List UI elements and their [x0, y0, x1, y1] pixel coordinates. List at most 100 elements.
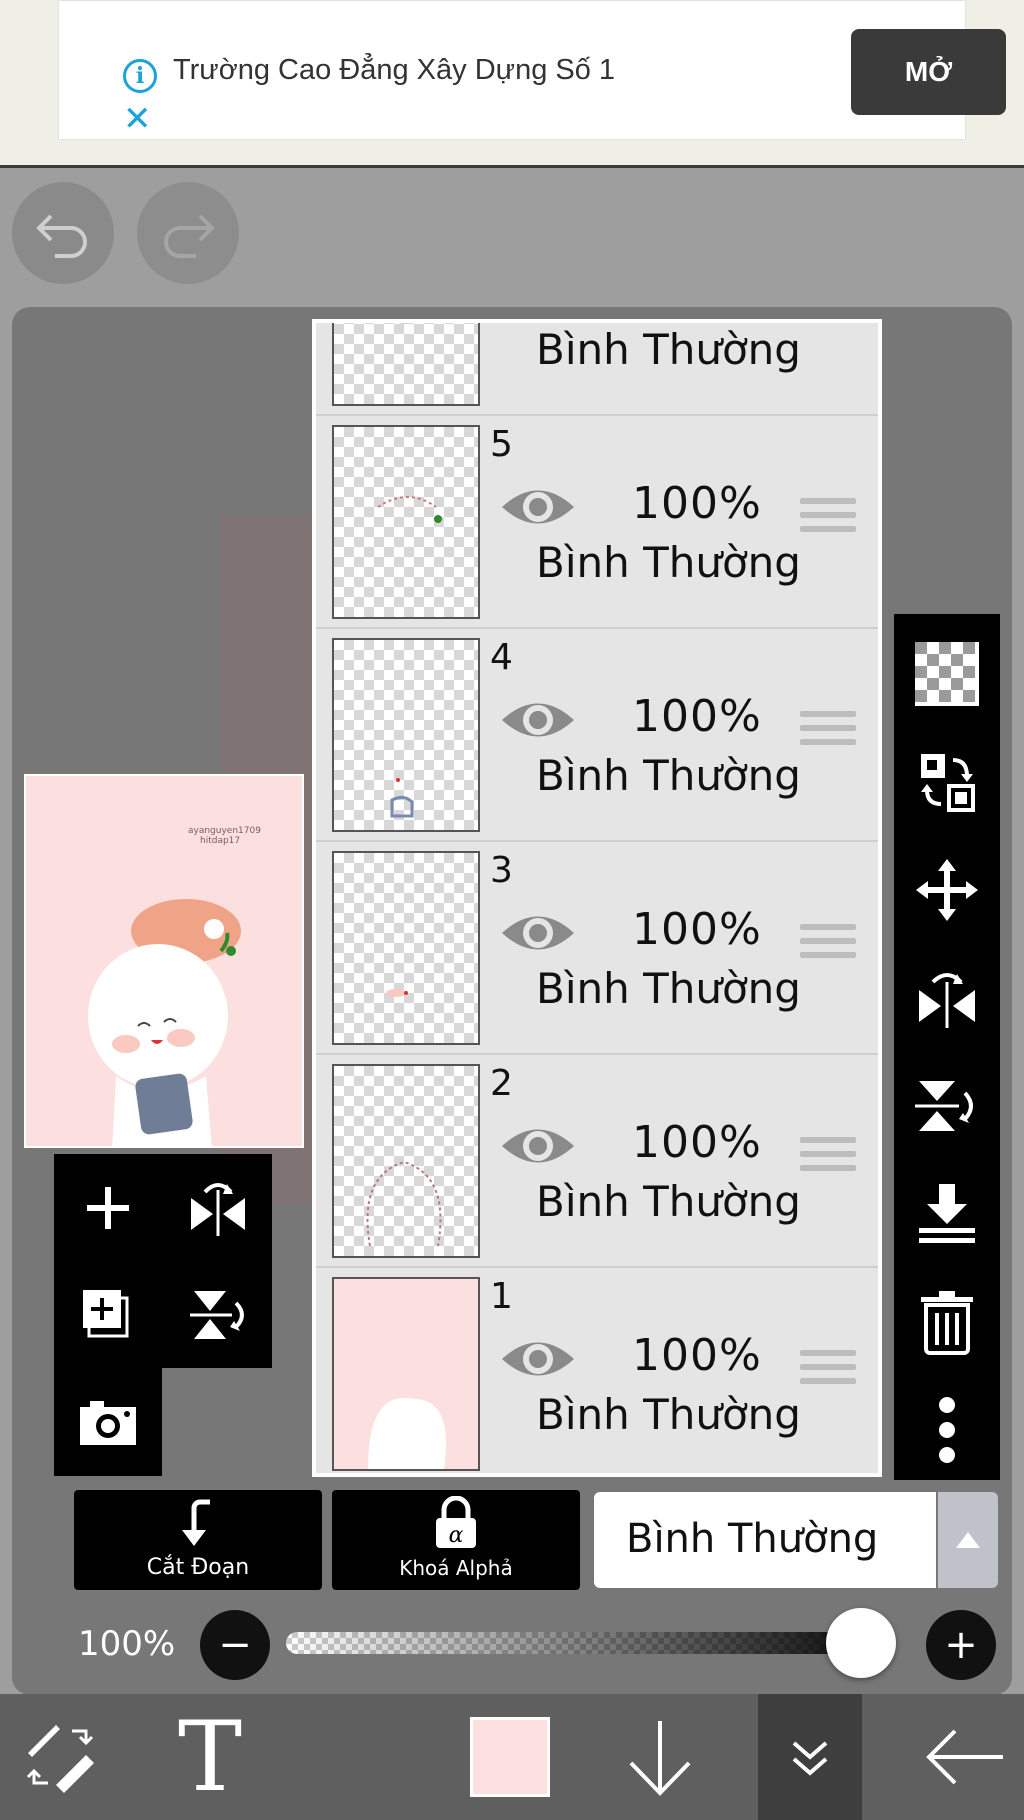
layer-opacity: 100% [632, 691, 762, 742]
drag-handle-icon[interactable] [800, 323, 856, 327]
arrow-left-icon [926, 1729, 1003, 1785]
undo-icon [36, 214, 87, 258]
drag-handle-icon[interactable] [800, 924, 856, 966]
clipping-label: Cắt Đoạn [146, 1555, 250, 1580]
opacity-slider-thumb[interactable] [826, 1608, 896, 1678]
more-options-button[interactable] [894, 1376, 1000, 1484]
layers-list[interactable]: 100%Bình Thường5100%Bình Thường4100%Bình… [316, 323, 878, 1473]
eye-icon [502, 490, 574, 524]
layer-opacity: 100% [632, 904, 762, 955]
undo-button[interactable] [12, 182, 114, 284]
alpha-lock-label: Khoá Alphả [399, 1556, 513, 1580]
close-icon[interactable]: ✕ [123, 99, 152, 139]
back-button[interactable] [906, 1694, 1024, 1820]
layer-blend-mode: Bình Thường [536, 325, 801, 374]
layer-thumbnail[interactable] [332, 425, 480, 619]
flip-layer-vertical-button[interactable] [894, 1052, 1000, 1160]
layer-blend-mode: Bình Thường [536, 964, 801, 1013]
opacity-increase-button[interactable]: + [926, 1610, 996, 1680]
duplicate-icon [83, 1290, 129, 1338]
opacity-slider-fill [286, 1632, 896, 1654]
layer-row[interactable]: 1 100% Bình Thường [316, 1268, 878, 1473]
layer-blend-mode: Bình Thường [536, 1390, 801, 1439]
flip-canvas-vertical-button[interactable] [164, 1261, 272, 1369]
color-picker-button[interactable] [450, 1694, 570, 1820]
trash-icon [921, 1291, 973, 1355]
layer-opacity: 100% [632, 1330, 762, 1381]
flip-canvas-horizontal-button[interactable] [164, 1154, 272, 1262]
flip-layer-horizontal-button[interactable] [894, 944, 1000, 1052]
layer-thumbnail[interactable] [332, 1277, 480, 1471]
canvas-preview[interactable]: ayanguyen1709 hitdap17 [24, 774, 304, 1148]
info-icon[interactable]: i [123, 59, 157, 93]
layer-blend-mode: Bình Thường [536, 751, 801, 800]
flip-vertical-icon [190, 1291, 244, 1339]
arrow-down-icon [629, 1721, 691, 1796]
camera-icon [80, 1401, 136, 1445]
opacity-slider[interactable] [286, 1632, 896, 1654]
blend-mode-value: Bình Thường [626, 1516, 879, 1562]
duplicate-layer-button[interactable] [54, 1261, 162, 1369]
layer-row[interactable]: 2 100% Bình Thường [316, 1055, 878, 1268]
redo-button[interactable] [137, 182, 239, 284]
layer-number: 2 [490, 1063, 513, 1104]
layer-number: 3 [490, 850, 513, 891]
layer-quick-toolbar [54, 1154, 284, 1476]
delete-layer-button[interactable] [894, 1268, 1000, 1376]
layer-blend-mode: Bình Thường [536, 538, 801, 587]
layer-thumbnail[interactable] [332, 323, 480, 406]
brush-eraser-icon [26, 1725, 94, 1793]
drag-handle-icon[interactable] [800, 711, 856, 753]
visibility-toggle[interactable] [500, 1336, 576, 1386]
visibility-toggle[interactable] [500, 1123, 576, 1173]
swap-layer-button[interactable] [894, 728, 1000, 836]
opacity-decrease-button[interactable]: − [200, 1610, 270, 1680]
layer-blend-mode: Bình Thường [536, 1177, 801, 1226]
clipping-button[interactable]: Cắt Đoạn [74, 1490, 322, 1590]
visibility-toggle[interactable] [500, 910, 576, 960]
eye-icon [502, 703, 574, 737]
current-color-swatch [470, 1717, 550, 1797]
layer-row[interactable]: 100%Bình Thường [316, 323, 878, 416]
brush-eraser-toggle[interactable] [0, 1694, 120, 1820]
scroll-down-button[interactable] [610, 1694, 710, 1820]
move-button[interactable] [894, 836, 1000, 944]
artwork-illustration [88, 899, 241, 1146]
layer-tools-sidebar [894, 614, 1000, 1480]
visibility-toggle[interactable] [500, 484, 576, 534]
text-tool-button[interactable]: T [150, 1694, 270, 1820]
layers-panel[interactable]: 100%Bình Thường5100%Bình Thường4100%Bình… [312, 319, 882, 1477]
drag-handle-icon[interactable] [800, 1350, 856, 1392]
layer-thumbnail[interactable] [332, 1064, 480, 1258]
layer-thumbnail[interactable] [332, 851, 480, 1045]
add-layer-button[interactable] [54, 1154, 162, 1262]
drag-handle-icon[interactable] [800, 1137, 856, 1179]
layer-row[interactable]: 4 100% Bình Thường [316, 629, 878, 842]
blend-mode-dropdown-button[interactable] [938, 1492, 998, 1588]
layer-thumbnail-art [386, 989, 408, 997]
drag-handle-icon[interactable] [800, 498, 856, 540]
ad-card[interactable]: i ✕ Trường Cao Đẳng Xây Dựng Số 1 MỞ [58, 0, 1006, 140]
opacity-value: 100% [78, 1624, 176, 1664]
alpha-lock-button[interactable]: α Khoá Alphả [332, 1490, 580, 1590]
expand-layers-button[interactable] [758, 1694, 862, 1820]
ad-open-button[interactable]: MỞ [851, 29, 1006, 115]
layer-thumbnail-art [398, 323, 410, 324]
import-photo-button[interactable] [54, 1368, 162, 1476]
triangle-up-icon [956, 1532, 980, 1548]
plus-icon [87, 1187, 129, 1229]
more-icon [939, 1397, 955, 1463]
visibility-toggle[interactable] [500, 697, 576, 747]
layer-thumbnail-art [366, 1160, 442, 1247]
eye-icon [502, 1129, 574, 1163]
layer-thumbnail[interactable] [332, 638, 480, 832]
ad-text[interactable]: Trường Cao Đẳng Xây Dựng Số 1 [173, 49, 615, 91]
layer-row[interactable]: 3 100% Bình Thường [316, 842, 878, 1055]
blend-mode-select[interactable]: Bình Thường [594, 1492, 936, 1588]
merge-down-icon [919, 1184, 975, 1243]
transparent-fill-button[interactable] [894, 620, 1000, 728]
layer-row[interactable]: 5 100% Bình Thường [316, 416, 878, 629]
merge-down-button[interactable] [894, 1160, 1000, 1268]
alpha-lock-icon: α [436, 1496, 476, 1548]
text-icon: T [177, 1701, 243, 1813]
